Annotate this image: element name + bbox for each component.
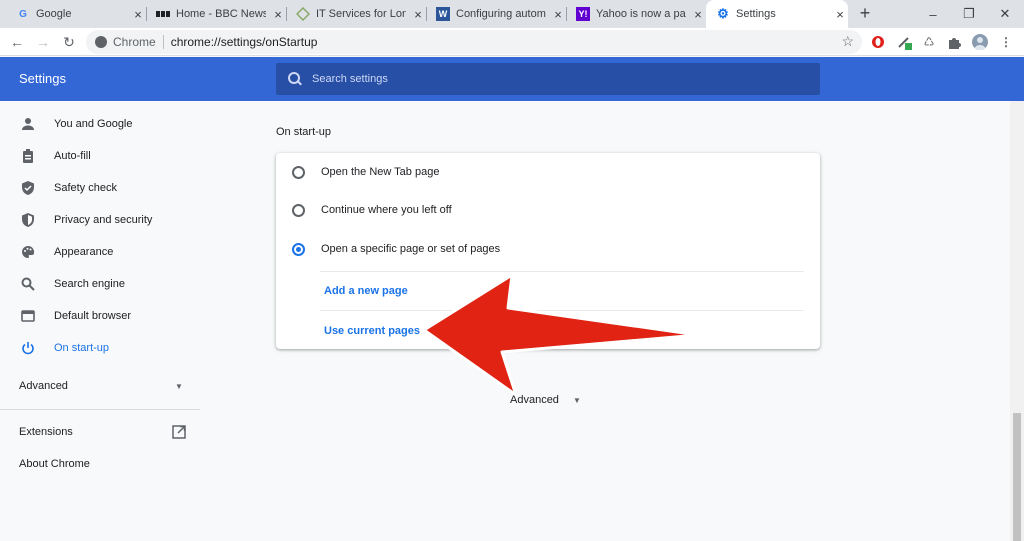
close-icon[interactable]: × xyxy=(410,6,426,22)
option-label: Open the New Tab page xyxy=(321,166,440,178)
caret-down-icon: ▼ xyxy=(175,381,183,391)
recycle-icon[interactable]: ♺ xyxy=(921,34,937,50)
annotation-arrow xyxy=(422,273,700,397)
shield-icon xyxy=(20,212,36,228)
diamond-favicon xyxy=(296,7,310,21)
address-bar[interactable]: Chrome chrome://settings/onStartup ☆ xyxy=(86,30,862,54)
extension-tool-icon[interactable] xyxy=(896,34,912,50)
menu-kebab-icon[interactable]: ⋮ xyxy=(998,34,1014,50)
option-label: Open a specific page or set of pages xyxy=(321,243,501,255)
chrome-site-icon xyxy=(95,36,107,48)
sidebar-item-label: You and Google xyxy=(54,118,133,130)
close-icon[interactable]: × xyxy=(270,6,286,22)
tab-title: Configuring automatic xyxy=(456,8,546,20)
shield-check-icon xyxy=(20,180,36,196)
tab-title: Settings xyxy=(736,8,776,20)
reload-icon[interactable]: ↻ xyxy=(59,32,79,52)
sidebar-item-about[interactable]: About Chrome xyxy=(0,448,200,480)
window-close-button[interactable]: ✕ xyxy=(988,0,1022,28)
sidebar-item-you-and-google[interactable]: You and Google xyxy=(0,108,200,140)
sidebar-item-label: Appearance xyxy=(54,246,114,258)
option-specific-pages[interactable]: Open a specific page or set of pages xyxy=(276,230,820,268)
sidebar-item-safety-check[interactable]: Safety check xyxy=(0,172,200,204)
bbc-favicon xyxy=(156,7,170,21)
tab-title: IT Services for London xyxy=(316,8,406,20)
avatar[interactable] xyxy=(972,34,988,50)
tab-title: Google xyxy=(36,8,72,20)
bookmark-star-icon[interactable]: ☆ xyxy=(841,33,854,50)
sidebar-advanced-toggle[interactable]: Advanced ▼ xyxy=(0,370,200,402)
section-title: On start-up xyxy=(276,126,332,138)
close-icon[interactable]: × xyxy=(550,6,566,22)
restore-button[interactable]: ❐ xyxy=(952,0,986,28)
new-tab-button[interactable]: + xyxy=(854,2,876,24)
tab-strip: G Google × Home - BBC News × IT Services… xyxy=(0,0,1024,28)
page-title: Settings xyxy=(19,71,66,86)
back-arrow-icon[interactable]: ← xyxy=(7,32,27,52)
radio-button-selected[interactable] xyxy=(292,242,305,256)
palette-icon xyxy=(20,244,36,260)
add-new-page-button[interactable]: Add a new page xyxy=(324,285,408,297)
search-icon xyxy=(288,72,302,86)
sidebar-item-label: About Chrome xyxy=(19,458,90,470)
tab-bbc[interactable]: Home - BBC News × xyxy=(146,0,286,28)
sidebar-item-label: Advanced xyxy=(19,380,68,392)
sidebar: You and Google Auto-fill Safety check Pr… xyxy=(0,101,200,541)
tab-google[interactable]: G Google × xyxy=(0,0,146,28)
radio-button[interactable] xyxy=(292,203,305,217)
person-icon xyxy=(20,116,36,132)
google-favicon: G xyxy=(19,8,27,20)
sidebar-item-label: Extensions xyxy=(19,426,73,438)
close-icon[interactable]: × xyxy=(130,6,146,22)
use-current-pages-button[interactable]: Use current pages xyxy=(324,325,420,337)
tab-yahoo[interactable]: Y! Yahoo is now a part of × xyxy=(566,0,706,28)
sidebar-item-on-startup[interactable]: On start-up xyxy=(0,332,200,364)
settings-header: Settings xyxy=(0,57,1024,101)
tab-title: Yahoo is now a part of xyxy=(596,8,686,20)
browser-icon xyxy=(20,308,36,324)
external-link-icon xyxy=(172,425,186,442)
word-favicon: W xyxy=(436,7,450,21)
gear-icon: ⚙ xyxy=(717,6,729,21)
sidebar-item-extensions[interactable]: Extensions xyxy=(0,416,200,448)
forward-arrow-icon[interactable]: → xyxy=(33,32,53,52)
origin-chip: Chrome xyxy=(113,35,156,49)
browser-toolbar: ← → ↻ Chrome chrome://settings/onStartup… xyxy=(0,28,1024,56)
puzzle-icon[interactable] xyxy=(946,34,962,50)
sidebar-item-label: Auto-fill xyxy=(54,150,91,162)
sidebar-item-appearance[interactable]: Appearance xyxy=(0,236,200,268)
scrollbar[interactable] xyxy=(1010,101,1024,541)
tab-settings[interactable]: ⚙ Settings × xyxy=(706,0,848,28)
opera-extension-icon[interactable] xyxy=(870,34,886,50)
clipboard-icon xyxy=(20,148,36,164)
scrollbar-thumb[interactable] xyxy=(1013,413,1021,541)
sidebar-item-search-engine[interactable]: Search engine xyxy=(0,268,200,300)
sidebar-item-label: On start-up xyxy=(54,342,110,354)
option-label: Continue where you left off xyxy=(321,204,452,216)
sidebar-item-label: Search engine xyxy=(54,278,125,290)
sidebar-item-privacy[interactable]: Privacy and security xyxy=(0,204,200,236)
close-icon[interactable]: × xyxy=(690,6,706,22)
sidebar-item-default-browser[interactable]: Default browser xyxy=(0,300,200,332)
search-icon xyxy=(20,276,36,292)
tab-title: Home - BBC News xyxy=(176,8,266,20)
power-icon xyxy=(20,340,36,356)
sidebar-item-label: Safety check xyxy=(54,182,117,194)
search-input[interactable] xyxy=(312,73,792,85)
option-new-tab[interactable]: Open the New Tab page xyxy=(276,153,820,191)
tab-it-services[interactable]: IT Services for London × xyxy=(286,0,426,28)
search-box[interactable] xyxy=(276,63,820,95)
sidebar-item-label: Privacy and security xyxy=(54,214,153,226)
option-continue[interactable]: Continue where you left off xyxy=(276,191,820,229)
tab-configuring[interactable]: W Configuring automatic × xyxy=(426,0,566,28)
yahoo-favicon: Y! xyxy=(576,7,590,21)
minimize-button[interactable]: – xyxy=(916,0,950,28)
sidebar-item-label: Default browser xyxy=(54,310,132,322)
sidebar-item-autofill[interactable]: Auto-fill xyxy=(0,140,200,172)
url-text: chrome://settings/onStartup xyxy=(170,35,318,49)
radio-button[interactable] xyxy=(292,165,305,179)
close-icon[interactable]: × xyxy=(832,6,848,22)
